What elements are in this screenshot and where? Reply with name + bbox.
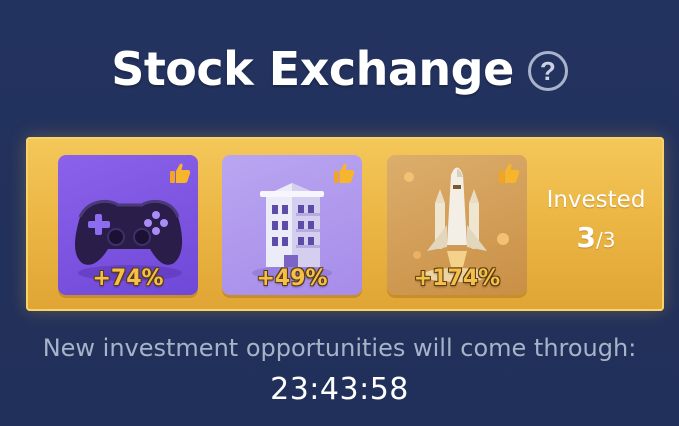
page-title: Stock Exchange <box>111 42 514 96</box>
countdown-timer: 23:43:58 <box>270 372 409 407</box>
investment-card-real-estate[interactable]: +49% <box>222 155 362 295</box>
invested-count: 3/3 <box>536 221 656 254</box>
question-circle-icon[interactable]: ? <box>527 51 568 91</box>
percent-gain: +174% <box>413 266 501 291</box>
thumbs-up-icon <box>499 163 520 183</box>
stock-exchange-screen: Stock Exchange ? +74% +49% +174% Investe… <box>0 0 679 426</box>
invested-counter: Invested 3/3 <box>536 187 656 254</box>
header: Stock Exchange ? <box>0 34 679 104</box>
investment-card-space[interactable]: +174% <box>387 155 527 295</box>
opportunities-notice: New investment opportunities will come t… <box>42 334 637 362</box>
invested-current: 3 <box>576 221 596 254</box>
thumbs-up-icon <box>170 163 191 183</box>
investment-card-gaming[interactable]: +74% <box>58 155 198 295</box>
percent-gain: +49% <box>256 266 328 291</box>
invested-label: Invested <box>546 187 646 213</box>
investment-panel: +74% +49% +174% Invested 3/3 <box>26 137 664 311</box>
help-symbol: ? <box>539 55 556 86</box>
percent-gain: +74% <box>92 266 164 291</box>
thumbs-up-icon <box>334 163 355 183</box>
invested-total: /3 <box>596 228 616 252</box>
